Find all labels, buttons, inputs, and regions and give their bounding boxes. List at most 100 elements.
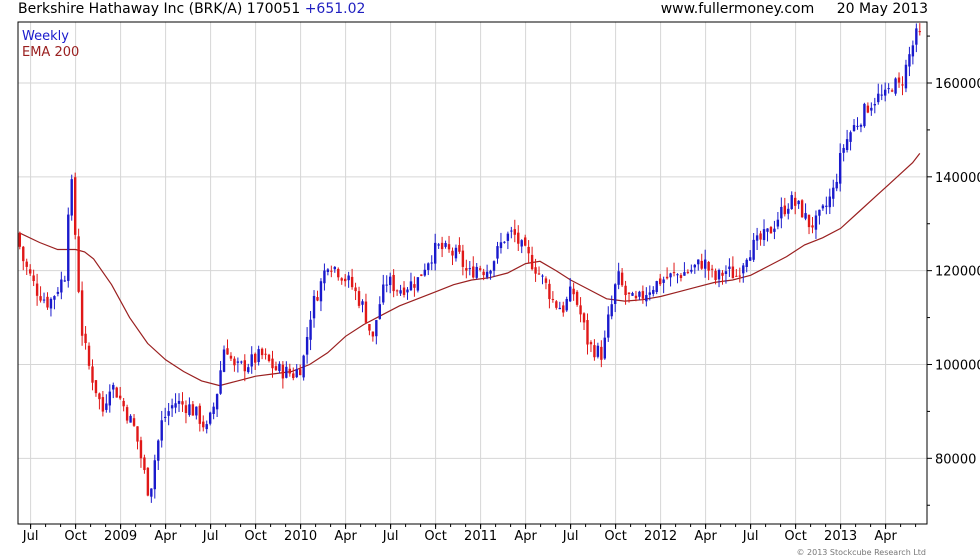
weekly-candle	[593, 339, 596, 361]
candle-body	[762, 229, 766, 241]
candle-body	[240, 361, 243, 363]
candle-body	[776, 219, 780, 227]
candle-body	[911, 45, 915, 57]
weekly-candle	[496, 241, 499, 264]
candle-body	[510, 230, 513, 232]
candle-body	[330, 270, 333, 272]
candle-body	[610, 304, 613, 317]
candle-body	[28, 269, 32, 274]
candle-body	[676, 274, 679, 276]
weekly-candle	[880, 84, 883, 101]
candle-body	[603, 337, 606, 359]
weekly-candle	[416, 277, 420, 293]
weekly-candle	[257, 345, 260, 366]
weekly-candle	[305, 327, 309, 364]
weekly-candle	[56, 287, 60, 297]
candle-body	[790, 195, 793, 209]
candle-body	[188, 404, 191, 415]
candle-body	[655, 281, 658, 292]
weekly-candle	[679, 273, 683, 282]
weekly-candle	[215, 393, 219, 417]
x-tick-label: Jul	[22, 529, 39, 544]
weekly-candle	[742, 262, 745, 283]
candle-body	[67, 214, 70, 281]
weekly-candle	[877, 83, 880, 105]
weekly-candle	[70, 174, 73, 221]
candle-body	[579, 305, 582, 315]
candle-body	[292, 373, 295, 379]
candle-body	[620, 272, 624, 286]
candle-body	[416, 277, 420, 291]
candle-body	[880, 94, 883, 96]
weekly-candle	[766, 228, 769, 242]
y-tick-label: 80000	[935, 452, 976, 467]
x-tick-label: Apr	[694, 529, 717, 544]
weekly-candle	[911, 40, 915, 65]
candle-body	[890, 90, 894, 92]
weekly-candle	[849, 130, 852, 151]
candle-body	[517, 232, 520, 244]
candle-body	[392, 274, 395, 292]
legend-ema: EMA 200	[22, 45, 79, 60]
weekly-candle	[887, 83, 890, 94]
candle-body	[274, 366, 278, 371]
candle-body	[482, 271, 485, 276]
candle-body	[288, 368, 291, 374]
weekly-candle	[402, 281, 406, 298]
candle-body	[132, 418, 136, 426]
weekly-candle	[25, 258, 28, 275]
candle-body	[212, 406, 215, 414]
weekly-candle	[897, 72, 901, 88]
candle-body	[343, 278, 347, 282]
weekly-candle	[676, 273, 679, 284]
candle-body	[215, 394, 219, 410]
weekly-candle	[101, 391, 105, 417]
weekly-candle	[672, 262, 676, 277]
candle-body	[596, 345, 600, 357]
weekly-candle	[319, 278, 323, 312]
weekly-candle	[863, 102, 866, 128]
candle-body	[842, 147, 845, 153]
weekly-candle	[150, 488, 153, 503]
candle-body	[652, 289, 655, 294]
candle-body	[323, 270, 326, 284]
weekly-candle	[503, 241, 506, 244]
candle-body	[703, 259, 707, 269]
candle-body	[35, 283, 39, 296]
weekly-candle	[828, 188, 831, 215]
candle-body	[281, 364, 285, 379]
candle-body	[139, 440, 143, 459]
candle-body	[555, 301, 558, 308]
weekly-candle	[350, 268, 354, 290]
weekly-candle	[562, 301, 565, 317]
weekly-candle	[607, 306, 610, 342]
candle-body	[208, 412, 212, 424]
weekly-candle	[551, 291, 555, 303]
candle-body	[347, 275, 350, 281]
candle-body	[205, 424, 208, 430]
weekly-candle	[904, 59, 908, 93]
weekly-candle	[638, 290, 641, 301]
weekly-candle	[357, 286, 361, 309]
weekly-candle	[821, 204, 825, 211]
candle-body	[129, 415, 132, 423]
weekly-candle	[506, 231, 510, 250]
candle-body	[641, 291, 645, 299]
candle-body	[60, 279, 63, 293]
candle-body	[568, 286, 572, 302]
candle-body	[773, 228, 776, 232]
weekly-candle	[544, 276, 548, 290]
candle-body	[807, 214, 811, 228]
weekly-candle	[600, 340, 603, 368]
candle-body	[468, 268, 471, 270]
candle-body	[738, 275, 741, 277]
weekly-candle	[260, 347, 264, 360]
candle-body	[648, 292, 651, 295]
candle-body	[118, 395, 122, 399]
weekly-candle	[382, 274, 385, 305]
weekly-candle	[707, 260, 710, 281]
candle-body	[901, 84, 904, 86]
weekly-candle	[444, 240, 447, 249]
weekly-candle	[326, 268, 330, 276]
weekly-candle	[395, 289, 399, 296]
